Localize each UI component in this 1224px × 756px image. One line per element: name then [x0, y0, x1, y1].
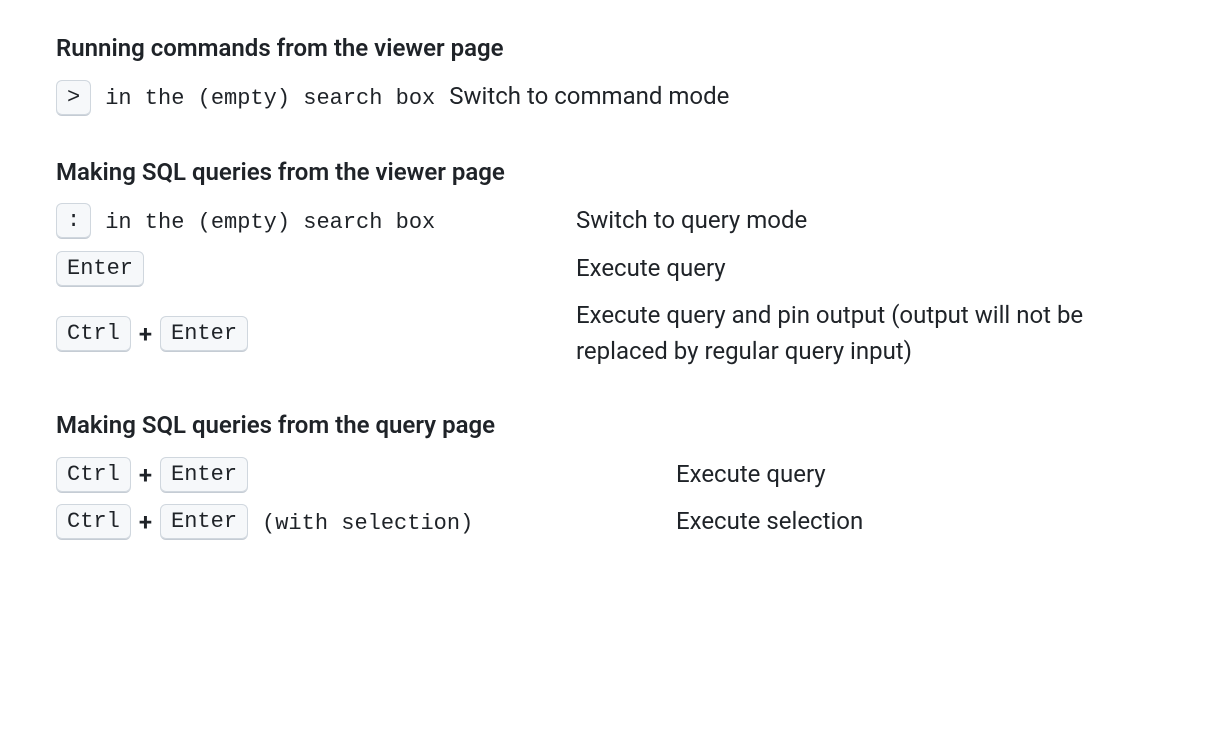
key-enter: Enter — [160, 457, 248, 493]
shortcut-description: Switch to command mode — [449, 82, 729, 110]
section-heading: Running commands from the viewer page — [56, 30, 1168, 66]
shortcut-description: Execute query — [676, 456, 1168, 492]
shortcut-description: Execute selection — [676, 503, 1168, 539]
key-context-note: in the (empty) search box — [105, 86, 435, 111]
keyboard-shortcuts-doc: Running commands from the viewer page > in… — [0, 0, 1224, 580]
shortcut-row: Ctrl+Enter (with selection) Execute select… — [56, 503, 1168, 541]
shortcut-description: Switch to query mode — [576, 202, 1168, 238]
key-: : — [56, 203, 91, 239]
section: Making SQL queries from the query page Ct… — [56, 407, 1168, 540]
shortcut-row: : in the (empty) search box Switch to quer… — [56, 202, 1168, 240]
key-ctrl: Ctrl — [56, 457, 131, 493]
key-enter: Enter — [56, 251, 144, 287]
keys-column: : in the (empty) search box — [56, 202, 576, 240]
key-context-note: in the (empty) search box — [105, 210, 435, 235]
key-enter: Enter — [160, 504, 248, 540]
section: Making SQL queries from the viewer page:… — [56, 154, 1168, 369]
section: Running commands from the viewer page > in… — [56, 30, 1168, 116]
key-enter: Enter — [160, 316, 248, 352]
keys-column: Ctrl+Enter — [56, 314, 576, 352]
shortcut-row: Ctrl+EnterExecute query — [56, 455, 1168, 493]
section-heading: Making SQL queries from the viewer page — [56, 154, 1168, 190]
shortcut-row: Enter Execute query — [56, 249, 1168, 287]
shortcut-row: Ctrl+EnterExecute query and pin output (… — [56, 297, 1168, 369]
shortcut-description: Execute query and pin output (output wil… — [576, 297, 1168, 369]
keys-column: Ctrl+Enter — [56, 455, 676, 493]
key-ctrl: Ctrl — [56, 504, 131, 540]
keys-column: Ctrl+Enter (with selection) — [56, 503, 676, 541]
key-: > — [56, 80, 91, 116]
shortcut-row: > in the (empty) search box Switch to comm… — [56, 78, 1168, 116]
key-context-note: (with selection) — [262, 511, 473, 536]
plus-separator: + — [131, 457, 160, 493]
keys-column: Enter — [56, 249, 576, 287]
section-heading: Making SQL queries from the query page — [56, 407, 1168, 443]
keys-column: > in the (empty) search box Switch to comm… — [56, 78, 1168, 116]
plus-separator: + — [131, 316, 160, 352]
shortcut-description: Execute query — [576, 250, 1168, 286]
plus-separator: + — [131, 504, 160, 540]
key-ctrl: Ctrl — [56, 316, 131, 352]
